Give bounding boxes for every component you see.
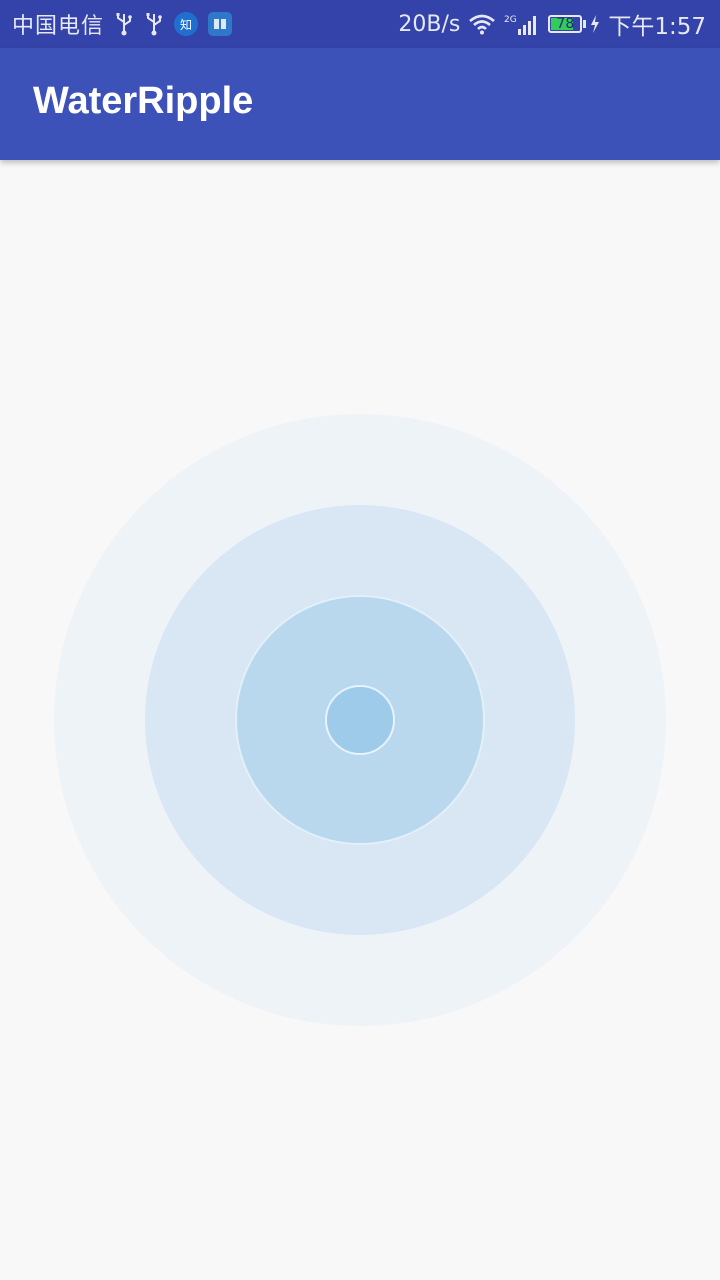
usb-icon [116,13,132,36]
ripple-center [325,685,395,755]
battery-icon: 78 [548,15,583,33]
ripple-view[interactable] [0,160,720,1280]
battery-indicator: 78 [548,15,600,33]
battery-level: 78 [556,16,575,32]
clock: 下午1:57 [608,14,706,40]
zhihu-app-icon: 知 [174,12,199,36]
wifi-icon [469,14,496,35]
signal-icon: 2G [504,15,537,35]
book-app-icon [208,12,233,36]
carrier-name: 中国电信 [12,14,105,39]
battery-tip [583,20,587,28]
status-bar-right: 20B/s 2G 78 下午1:57 [398,0,706,48]
book-glyph-icon [214,19,227,29]
app-bar: WaterRipple [0,48,720,160]
charging-bolt-icon [591,15,600,33]
status-bar-left: 中国电信 知 [12,0,233,48]
status-bar: 中国电信 知 20B/s 2G 78 下午1:57 [0,0,720,48]
usb-icon [146,13,162,36]
network-type-label: 2G [504,15,517,25]
net-speed: 20B/s [398,11,461,37]
app-title: WaterRipple [33,80,254,122]
